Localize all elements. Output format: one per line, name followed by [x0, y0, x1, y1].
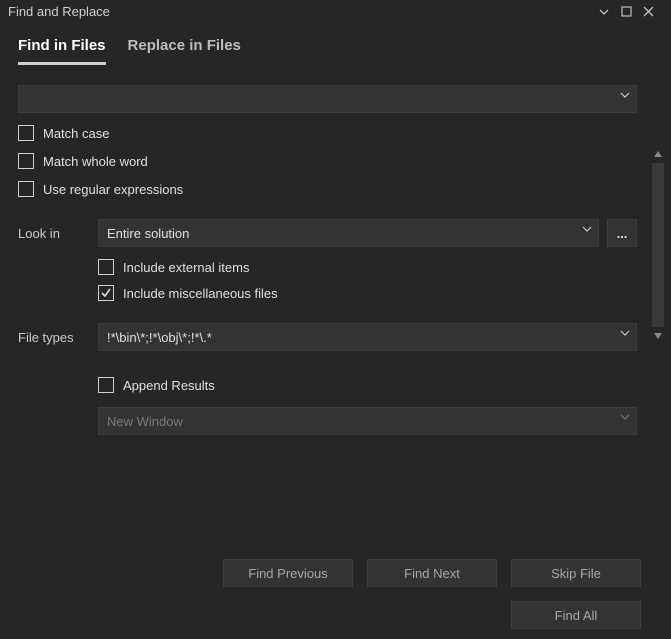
look-in-combo[interactable]: Entire solution [98, 219, 599, 247]
file-types-combo[interactable]: !*\bin\*;!*\obj\*;!*\.* [98, 323, 637, 351]
tab-replace-in-files[interactable]: Replace in Files [128, 37, 241, 65]
file-types-label: File types [18, 330, 98, 345]
browse-button[interactable]: ... [607, 219, 637, 247]
look-in-label: Look in [18, 226, 98, 241]
append-results-label: Append Results [123, 378, 215, 393]
tab-bar: Find in Files Replace in Files [0, 23, 671, 65]
scroll-down-icon[interactable] [649, 327, 667, 345]
match-case-checkbox[interactable] [18, 125, 34, 141]
action-buttons: Find Previous Find Next Skip File Find A… [223, 559, 641, 629]
result-target-value: New Window [107, 414, 183, 429]
use-regex-label: Use regular expressions [43, 182, 183, 197]
vertical-scrollbar[interactable] [649, 145, 667, 345]
chevron-down-icon [620, 328, 630, 338]
find-next-button[interactable]: Find Next [367, 559, 497, 587]
find-all-button[interactable]: Find All [511, 601, 641, 629]
browse-label: ... [617, 226, 628, 241]
chevron-down-icon [620, 90, 630, 100]
include-misc-checkbox[interactable] [98, 285, 114, 301]
include-misc-label: Include miscellaneous files [123, 286, 278, 301]
include-external-label: Include external items [123, 260, 249, 275]
window-options-icon[interactable] [599, 7, 621, 17]
form-area: Match case Match whole word Use regular … [0, 65, 671, 445]
find-all-label: Find All [555, 608, 598, 623]
append-results-checkbox[interactable] [98, 377, 114, 393]
maximize-icon[interactable] [621, 6, 643, 17]
search-term-input[interactable] [18, 85, 637, 113]
include-external-checkbox[interactable] [98, 259, 114, 275]
find-previous-label: Find Previous [248, 566, 327, 581]
match-whole-word-checkbox[interactable] [18, 153, 34, 169]
find-previous-button[interactable]: Find Previous [223, 559, 353, 587]
chevron-down-icon [582, 224, 592, 234]
match-whole-word-label: Match whole word [43, 154, 148, 169]
skip-file-label: Skip File [551, 566, 601, 581]
window-title: Find and Replace [8, 4, 599, 19]
scrollbar-track[interactable] [652, 163, 664, 327]
look-in-value: Entire solution [107, 226, 189, 241]
find-next-label: Find Next [404, 566, 460, 581]
scroll-up-icon[interactable] [649, 145, 667, 163]
file-types-value: !*\bin\*;!*\obj\*;!*\.* [107, 330, 212, 345]
title-bar: Find and Replace [0, 0, 671, 23]
close-icon[interactable] [643, 6, 665, 17]
result-target-combo[interactable]: New Window [98, 407, 637, 435]
tab-find-in-files[interactable]: Find in Files [18, 37, 106, 65]
chevron-down-icon [620, 412, 630, 422]
match-case-label: Match case [43, 126, 109, 141]
skip-file-button[interactable]: Skip File [511, 559, 641, 587]
use-regex-checkbox[interactable] [18, 181, 34, 197]
